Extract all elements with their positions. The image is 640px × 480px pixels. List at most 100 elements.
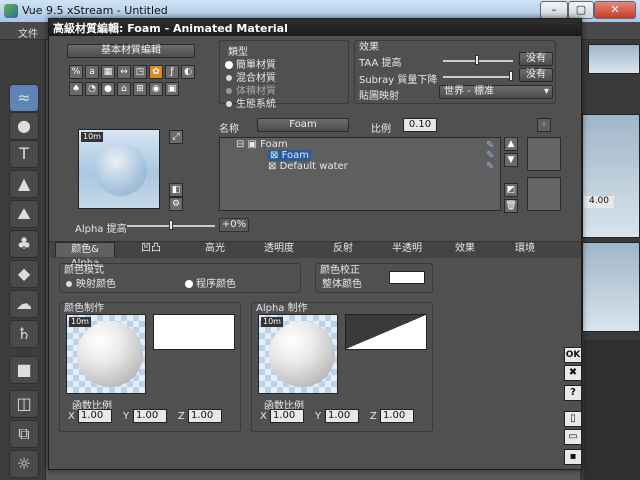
alpha-scale-x[interactable]: 1.00 xyxy=(270,409,304,423)
effects-label: 效果 xyxy=(359,42,379,53)
ball-icon[interactable]: ● xyxy=(101,82,115,96)
cube-tool-icon[interactable]: ■ xyxy=(9,356,39,384)
name-field[interactable]: Foam xyxy=(257,118,349,132)
color-scale-z[interactable]: 1.00 xyxy=(188,409,222,423)
taa-label: TAA 提高 xyxy=(359,58,402,69)
ok-button[interactable]: OK xyxy=(564,347,582,363)
alpha-boost-field[interactable]: +0% xyxy=(219,218,249,232)
group-tool-icon[interactable]: ⧉ xyxy=(9,420,39,448)
right-viewport-bottom[interactable] xyxy=(582,242,640,332)
right-viewport-main[interactable] xyxy=(582,114,640,238)
tab-reflection[interactable]: 反射 xyxy=(311,242,375,257)
plant-icon[interactable]: ♠ xyxy=(69,82,83,96)
move-up-icon[interactable]: ▲ xyxy=(504,137,518,151)
material-preview[interactable]: 10m xyxy=(78,129,160,209)
subray-slider[interactable] xyxy=(443,76,513,78)
procedural-color-radio[interactable]: 程序颜色 xyxy=(186,275,236,290)
expand-preview-icon[interactable]: ⤢ xyxy=(169,130,183,144)
terrain-tool-icon[interactable]: ▲ xyxy=(9,170,39,198)
alpha-map-gradient[interactable] xyxy=(345,314,427,350)
maximize-button[interactable]: ▢ xyxy=(568,1,594,19)
color-scale-x[interactable]: 1.00 xyxy=(78,409,112,423)
preview-cube-icon[interactable]: ◧ xyxy=(169,183,183,197)
tab-translucency[interactable]: 半透明 xyxy=(375,242,439,257)
function-icon[interactable]: ƒ xyxy=(165,65,179,79)
preview-settings-icon[interactable]: ⚙ xyxy=(169,197,183,211)
tree-item-foam[interactable]: ⊠ Foam xyxy=(268,150,311,161)
preview-size-badge: 10m xyxy=(81,132,103,142)
color-mode-label: 颜色模式 xyxy=(64,265,104,276)
tab-color-alpha[interactable]: 颜色& Alpha xyxy=(55,242,115,269)
object-tool-icon[interactable]: ◫ xyxy=(9,390,39,418)
cloud-tool-icon[interactable]: ☁ xyxy=(9,290,39,318)
cursor-icon[interactable]: ⌂ xyxy=(117,82,131,96)
alpha-scale-z[interactable]: 1.00 xyxy=(380,409,414,423)
type-ecosystem-radio[interactable]: 生態系統 xyxy=(226,95,276,110)
tab-environment[interactable]: 環境 xyxy=(493,242,557,257)
corner-icon[interactable]: ◳ xyxy=(133,65,147,79)
tab-highlight[interactable]: 高光 xyxy=(183,242,247,257)
light-tool-icon[interactable]: ☼ xyxy=(9,450,39,478)
save-disk-icon[interactable]: ▪ xyxy=(564,449,582,465)
mapped-color-radio[interactable]: 映射颜色 xyxy=(66,275,116,290)
basic-material-editor-button[interactable]: 基本材質編輯 xyxy=(67,44,195,58)
move-down-icon[interactable]: ▼ xyxy=(504,153,518,167)
sphere-tool-icon[interactable]: ● xyxy=(9,112,39,140)
open-folder-icon[interactable]: ▭ xyxy=(564,429,582,445)
help-button[interactable]: ? xyxy=(564,385,582,401)
alpha-scale-y[interactable]: 1.00 xyxy=(325,409,359,423)
color-preview-sphere xyxy=(77,321,143,387)
new-document-icon[interactable]: ▯ xyxy=(564,411,582,427)
alpha-function-preview[interactable]: 10m xyxy=(258,314,338,394)
noise-icon[interactable]: % xyxy=(69,65,83,79)
close-window-button[interactable]: ✕ xyxy=(594,1,636,19)
text-a-icon[interactable]: a xyxy=(85,65,99,79)
color-map-gradient[interactable] xyxy=(153,314,235,350)
overall-color-swatch[interactable] xyxy=(389,271,425,284)
tree-tool-icon[interactable]: ♣ xyxy=(9,230,39,258)
table-icon[interactable]: ⊞ xyxy=(133,82,147,96)
active-tool-icon[interactable]: ✿ xyxy=(149,65,163,79)
delete-layer-icon[interactable]: 🗑 xyxy=(504,199,518,213)
water-tool-icon[interactable]: ≈ xyxy=(9,84,39,112)
app-title: Vue 9.5 xStream - Untitled xyxy=(22,4,168,17)
layer-thumbnail-2[interactable] xyxy=(527,177,561,211)
menu-file[interactable]: 文件 xyxy=(18,25,38,40)
drop-icon[interactable]: ◔ xyxy=(85,82,99,96)
color-function-preview[interactable]: 10m xyxy=(66,314,146,394)
tree-item-default-water[interactable]: ⊠ Default water xyxy=(268,161,348,172)
eye-icon[interactable]: ◉ xyxy=(149,82,163,96)
grid-icon[interactable]: ▦ xyxy=(101,65,115,79)
right-viewport-top[interactable] xyxy=(588,44,640,74)
viewport-value-field[interactable]: 4.00 xyxy=(584,196,614,208)
taa-none-button[interactable]: 没有 xyxy=(519,52,553,66)
swap-icon[interactable]: ↔ xyxy=(117,65,131,79)
color-scale-y[interactable]: 1.00 xyxy=(133,409,167,423)
tab-effects[interactable]: 效果 xyxy=(439,242,491,257)
subray-slider-knob[interactable] xyxy=(509,71,513,81)
alpha-production-group: Alpha 制作 10m 函数比例 X 1.00 Y 1.00 Z 1.00 xyxy=(251,302,433,432)
cancel-button[interactable]: ✖ xyxy=(564,365,582,381)
edit-pencil-icon-2[interactable]: ✎ xyxy=(486,150,494,161)
taa-slider-knob[interactable] xyxy=(475,55,479,65)
text-tool-icon[interactable]: T xyxy=(9,140,39,168)
subray-none-button[interactable]: 没有 xyxy=(519,68,553,82)
layer-add-icon[interactable]: ◩ xyxy=(504,183,518,197)
layer-thumbnail-1[interactable] xyxy=(527,137,561,171)
scale-field[interactable]: 0.10 xyxy=(403,118,437,132)
minimize-button[interactable]: – xyxy=(540,1,568,19)
alpha-boost-knob[interactable] xyxy=(169,220,173,230)
add-layer-icon[interactable]: + xyxy=(537,118,551,132)
tab-bump[interactable]: 凹凸 xyxy=(119,242,183,257)
alpha-z-label: Z xyxy=(370,411,377,422)
edit-pencil-icon-3[interactable]: ✎ xyxy=(486,161,494,172)
rock-tool-icon[interactable]: ◆ xyxy=(9,260,39,288)
mountain-tool-icon[interactable]: ⛰ xyxy=(9,200,39,228)
mapping-dropdown[interactable]: 世界 - 標准 ▾ xyxy=(439,85,553,99)
image-icon[interactable]: ▣ xyxy=(165,82,179,96)
tab-transparency[interactable]: 透明度 xyxy=(247,242,311,257)
alpha-preview-sphere xyxy=(269,321,335,387)
planet-tool-icon[interactable]: ♄ xyxy=(9,320,39,348)
tree-root[interactable]: ⊟ ▣ Foam xyxy=(236,139,288,150)
gradient-icon[interactable]: ◐ xyxy=(181,65,195,79)
